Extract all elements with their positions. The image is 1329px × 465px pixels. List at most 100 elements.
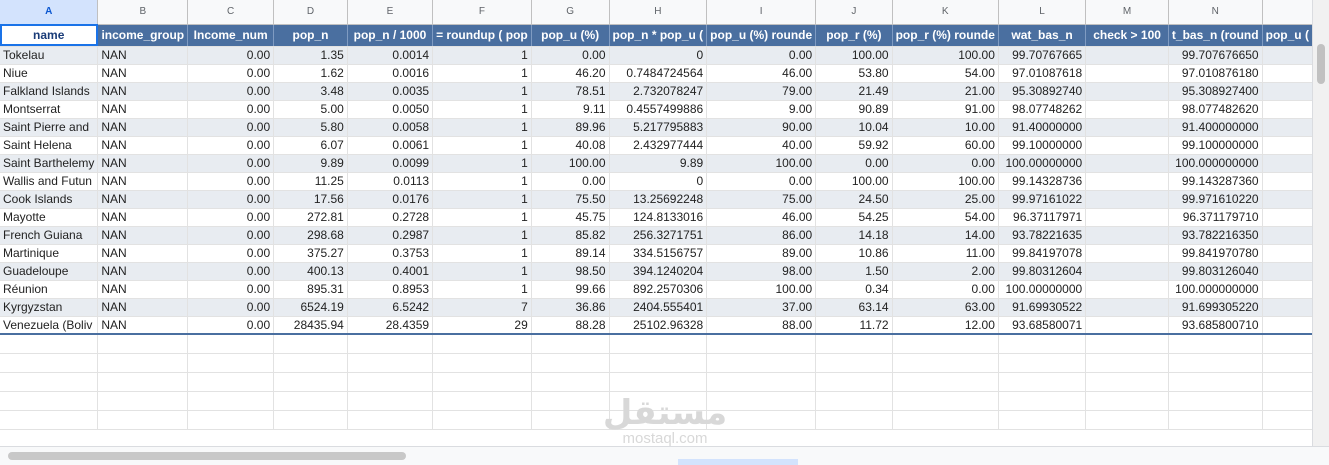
empty-cell[interactable] xyxy=(0,353,99,373)
empty-cell[interactable] xyxy=(432,410,532,430)
table-cell[interactable]: 1 xyxy=(432,64,532,83)
empty-cell[interactable] xyxy=(998,334,1087,354)
column-letter-header[interactable]: K xyxy=(892,0,999,25)
table-cell[interactable]: 9.00 xyxy=(706,100,817,119)
table-cell[interactable] xyxy=(1262,208,1313,227)
table-cell[interactable]: 100.00 xyxy=(706,154,817,173)
table-cell[interactable]: Saint Barthelemy xyxy=(0,154,99,173)
empty-cell[interactable] xyxy=(1085,353,1169,373)
table-cell[interactable] xyxy=(1262,280,1313,299)
table-cell[interactable]: 0.8953 xyxy=(347,280,434,299)
table-cell[interactable] xyxy=(1262,316,1313,335)
table-cell[interactable]: 100.00 xyxy=(892,172,999,191)
table-cell[interactable]: 7 xyxy=(432,298,532,317)
table-cell[interactable] xyxy=(1262,244,1313,263)
table-cell[interactable] xyxy=(1085,172,1169,191)
table-cell[interactable]: 124.8133016 xyxy=(609,208,708,227)
table-cell[interactable]: 0.2728 xyxy=(347,208,434,227)
table-cell[interactable]: 10.00 xyxy=(892,118,999,137)
empty-cell[interactable] xyxy=(273,372,348,392)
table-cell[interactable]: 11.00 xyxy=(892,244,999,263)
table-cell[interactable] xyxy=(1085,298,1169,317)
empty-cell[interactable] xyxy=(892,372,999,392)
empty-cell[interactable] xyxy=(97,372,189,392)
column-header[interactable]: wat_bas_n xyxy=(998,24,1087,47)
table-cell[interactable]: 86.00 xyxy=(706,226,817,245)
table-cell[interactable] xyxy=(1085,64,1169,83)
column-header[interactable]: Income_num xyxy=(187,24,275,47)
table-cell[interactable]: NAN xyxy=(97,136,189,155)
empty-cell[interactable] xyxy=(347,410,434,430)
table-cell[interactable]: Réunion xyxy=(0,280,99,299)
table-cell[interactable]: 0.3753 xyxy=(347,244,434,263)
table-cell[interactable] xyxy=(1085,262,1169,281)
table-cell[interactable]: 54.00 xyxy=(892,208,999,227)
empty-cell[interactable] xyxy=(706,334,817,354)
table-cell[interactable]: 0.0050 xyxy=(347,100,434,119)
table-cell[interactable]: 0.00 xyxy=(187,172,275,191)
table-cell[interactable] xyxy=(1085,118,1169,137)
table-cell[interactable]: 98.077482620 xyxy=(1168,100,1263,119)
table-cell[interactable]: 37.00 xyxy=(706,298,817,317)
column-header[interactable]: pop_n xyxy=(273,24,348,47)
table-cell[interactable]: 25.00 xyxy=(892,190,999,209)
table-cell[interactable] xyxy=(1262,298,1313,317)
table-cell[interactable]: 5.80 xyxy=(273,118,348,137)
table-cell[interactable]: NAN xyxy=(97,118,189,137)
table-cell[interactable]: 93.68580071 xyxy=(998,316,1087,335)
table-cell[interactable]: Venezuela (Boliv xyxy=(0,316,99,335)
table-cell[interactable]: 11.25 xyxy=(273,172,348,191)
column-letter-header[interactable]: J xyxy=(815,0,893,25)
sheet-tab-indicator[interactable] xyxy=(678,459,798,465)
empty-cell[interactable] xyxy=(1168,334,1263,354)
table-cell[interactable]: 91.40000000 xyxy=(998,118,1087,137)
empty-cell[interactable] xyxy=(892,353,999,373)
table-cell[interactable]: 0.4557499886 xyxy=(609,100,708,119)
table-cell[interactable]: 1 xyxy=(432,262,532,281)
table-cell[interactable]: 0.00 xyxy=(187,226,275,245)
table-cell[interactable]: Cook Islands xyxy=(0,190,99,209)
column-header[interactable]: pop_u (%) rounde xyxy=(706,24,817,47)
empty-cell[interactable] xyxy=(998,391,1087,411)
table-cell[interactable]: 0.00 xyxy=(531,172,610,191)
table-cell[interactable]: 0.0058 xyxy=(347,118,434,137)
empty-cell[interactable] xyxy=(1168,372,1263,392)
table-cell[interactable]: 53.80 xyxy=(815,64,893,83)
table-cell[interactable]: 89.14 xyxy=(531,244,610,263)
table-cell[interactable]: 28435.94 xyxy=(273,316,348,335)
table-cell[interactable]: 99.143287360 xyxy=(1168,172,1263,191)
table-cell[interactable]: 63.14 xyxy=(815,298,893,317)
table-cell[interactable] xyxy=(1262,64,1313,83)
table-cell[interactable]: 1 xyxy=(432,172,532,191)
empty-cell[interactable] xyxy=(347,334,434,354)
table-cell[interactable]: 2.00 xyxy=(892,262,999,281)
table-cell[interactable]: 394.1240204 xyxy=(609,262,708,281)
empty-cell[interactable] xyxy=(609,391,708,411)
table-cell[interactable]: NAN xyxy=(97,172,189,191)
column-letter-header[interactable]: E xyxy=(347,0,434,25)
empty-cell[interactable] xyxy=(609,353,708,373)
table-cell[interactable]: 85.82 xyxy=(531,226,610,245)
empty-cell[interactable] xyxy=(97,410,189,430)
table-cell[interactable]: 0.4001 xyxy=(347,262,434,281)
table-cell[interactable]: 9.89 xyxy=(609,154,708,173)
table-cell[interactable]: 21.00 xyxy=(892,82,999,101)
table-cell[interactable]: 75.00 xyxy=(706,190,817,209)
table-cell[interactable]: 98.50 xyxy=(531,262,610,281)
table-cell[interactable]: 90.89 xyxy=(815,100,893,119)
column-letter-header[interactable]: L xyxy=(998,0,1087,25)
table-cell[interactable]: 1 xyxy=(432,226,532,245)
table-cell[interactable]: 0.00 xyxy=(815,154,893,173)
empty-cell[interactable] xyxy=(0,391,99,411)
column-letter-header[interactable]: F xyxy=(432,0,532,25)
table-cell[interactable]: 1 xyxy=(432,118,532,137)
table-cell[interactable]: Saint Pierre and xyxy=(0,118,99,137)
table-cell[interactable]: 40.08 xyxy=(531,136,610,155)
table-cell[interactable]: 0.00 xyxy=(892,280,999,299)
table-cell[interactable]: 100.00 xyxy=(892,46,999,65)
table-cell[interactable]: 97.010876180 xyxy=(1168,64,1263,83)
table-cell[interactable]: 0.34 xyxy=(815,280,893,299)
table-cell[interactable]: 5.00 xyxy=(273,100,348,119)
table-cell[interactable]: 1 xyxy=(432,208,532,227)
empty-cell[interactable] xyxy=(815,353,893,373)
